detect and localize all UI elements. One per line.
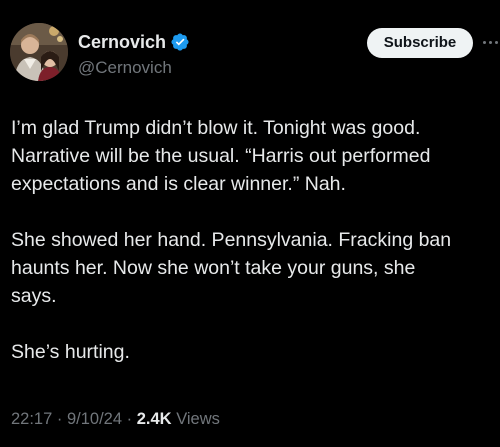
- subscribe-button[interactable]: Subscribe: [367, 28, 473, 58]
- tweet-line: says.: [11, 285, 57, 307]
- tweet-text: I’m glad Trump didn’t blow it. Tonight w…: [11, 114, 496, 394]
- tweet-line: I’m glad Trump didn’t blow it. Tonight w…: [11, 117, 421, 139]
- tweet-paragraph: I’m glad Trump didn’t blow it. Tonight w…: [11, 114, 496, 198]
- tweet-meta: 22:17 · 9/10/24 · 2.4K Views: [11, 408, 220, 430]
- verified-badge-icon[interactable]: [170, 32, 190, 52]
- views-label: Views: [176, 410, 220, 428]
- author-handle[interactable]: @Cernovich: [78, 57, 172, 79]
- author-name-row: Cernovich: [78, 30, 190, 54]
- more-options-icon[interactable]: [483, 35, 500, 51]
- tweet-line: haunts her. Now she won’t take your guns…: [11, 257, 416, 279]
- tweet-time[interactable]: 22:17: [11, 410, 52, 428]
- avatar[interactable]: [10, 23, 68, 81]
- tweet-card: Cernovich @Cernovich Subscribe I’m glad …: [0, 0, 500, 447]
- tweet-date[interactable]: 9/10/24: [67, 410, 122, 428]
- tweet-paragraph: She’s hurting.: [11, 338, 496, 366]
- tweet-line: Narrative will be the usual. “Harris out…: [11, 145, 431, 167]
- meta-separator: ·: [126, 410, 133, 428]
- tweet-line: She showed her hand. Pennsylvania. Frack…: [11, 229, 452, 251]
- tweet-line: expectations and is clear winner.” Nah.: [11, 173, 346, 195]
- meta-separator: ·: [56, 410, 63, 428]
- tweet-paragraph: She showed her hand. Pennsylvania. Frack…: [11, 226, 496, 310]
- views-count[interactable]: 2.4K: [137, 410, 172, 428]
- author-display-name[interactable]: Cernovich: [78, 30, 166, 54]
- tweet-line: She’s hurting.: [11, 341, 130, 363]
- avatar-photo: [10, 23, 68, 81]
